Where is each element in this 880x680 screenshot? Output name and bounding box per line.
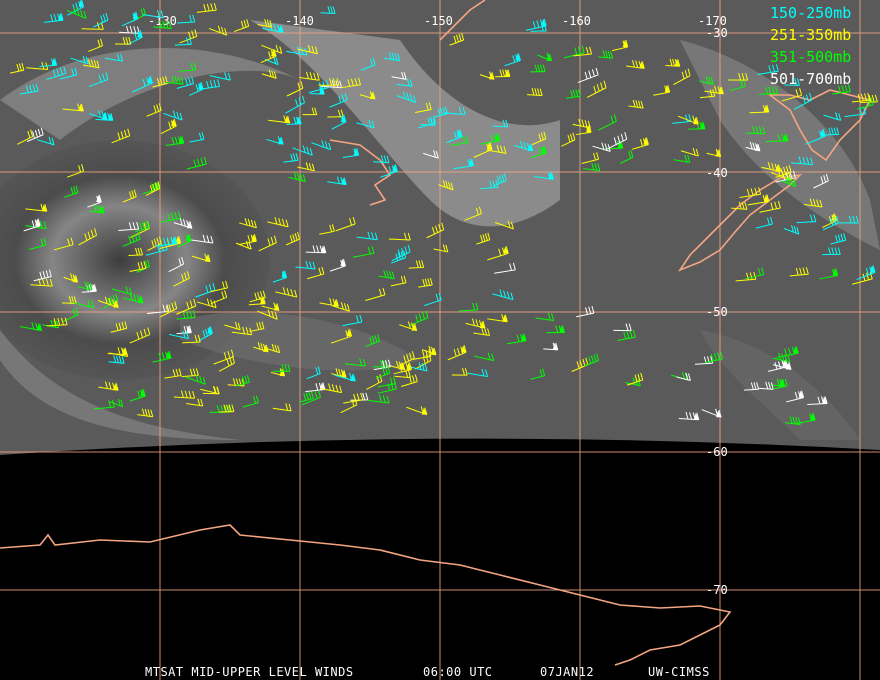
legend-item-251-350: 251-350mb: [770, 26, 851, 44]
lat-label-30: -30: [706, 26, 728, 40]
lat-label-50: -50: [706, 305, 728, 319]
legend-item-501-700: 501-700mb: [770, 70, 851, 88]
lat-label-70: -70: [706, 583, 728, 597]
footer-time: 06:00 UTC: [423, 665, 493, 679]
lat-label-40: -40: [706, 166, 728, 180]
footer-source: UW-CIMSS: [648, 665, 710, 679]
lon-label-140: -140: [285, 14, 314, 28]
satellite-wind-map: -130 -140 -150 -160 -170 -30 -40 -50 -60…: [0, 0, 880, 680]
legend-item-351-500: 351-500mb: [770, 48, 851, 66]
lon-label-150: -150: [424, 14, 453, 28]
legend-item-150-250: 150-250mb: [770, 4, 851, 22]
lat-label-60: -60: [706, 445, 728, 459]
footer-date: 07JAN12: [540, 665, 594, 679]
footer-product: MTSAT MID-UPPER LEVEL WINDS: [145, 665, 354, 679]
lon-label-160: -160: [562, 14, 591, 28]
